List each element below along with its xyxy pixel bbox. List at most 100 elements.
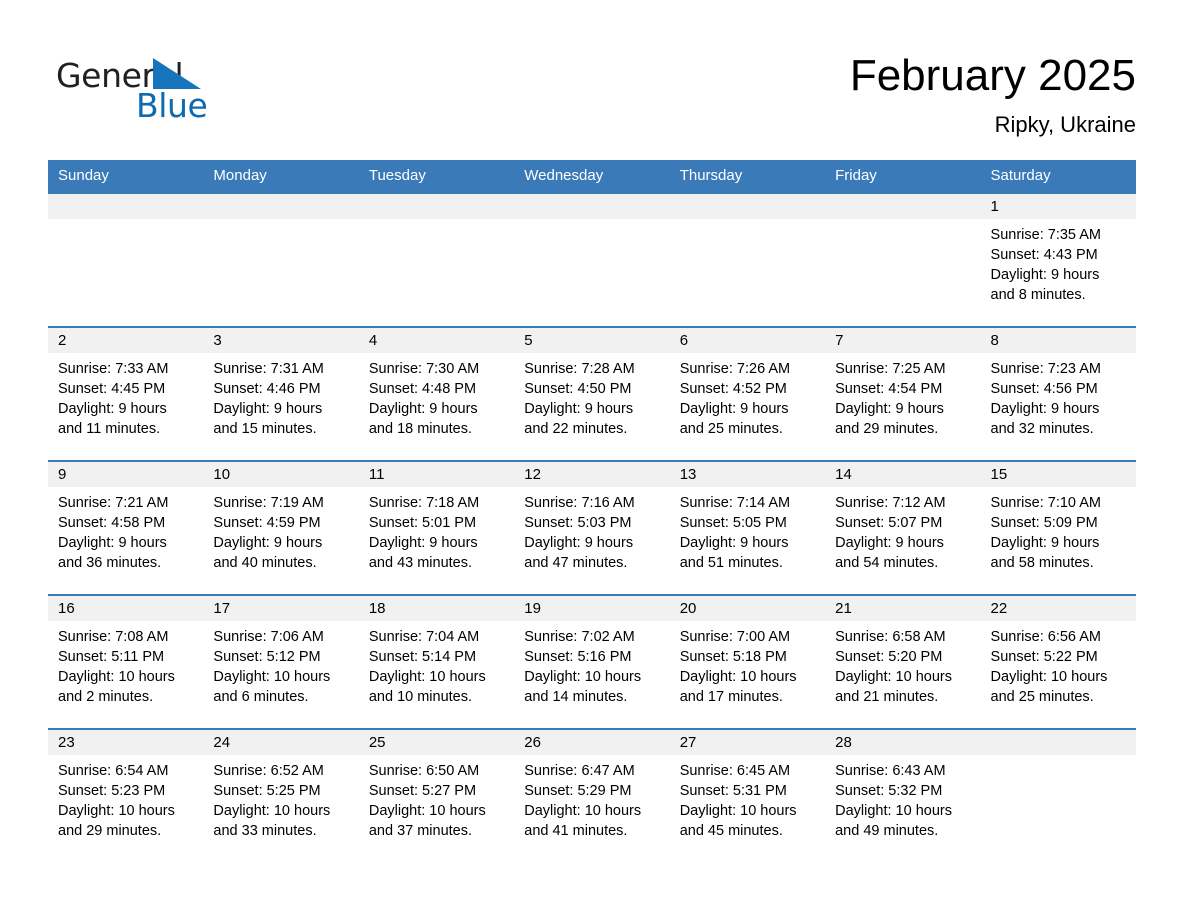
sunset-time: Sunset: 4:52 PM — [679, 381, 787, 397]
daylight-duration-line1: Daylight: 10 hours — [679, 669, 797, 685]
day-details: Sunrise: 6:50 AM Sunset: 5:27 PM Daylight:… — [359, 755, 514, 841]
sunrise-time: Sunrise: 6:52 AM — [213, 763, 324, 779]
daylight-duration-line1: Daylight: 10 hours — [835, 803, 952, 819]
daylight-duration-line1: Daylight: 10 hours — [58, 803, 175, 819]
sunset-time: Sunset: 5:22 PM — [990, 649, 1098, 665]
daylight-duration-line2: and 25 minutes. — [679, 421, 783, 437]
general-blue-logo[interactable]: General Blue — [56, 48, 236, 125]
calendar-day-cell[interactable]: 16 Sunrise: 7:08 AM Sunset: 5:11 PM Dayligh… — [48, 594, 204, 729]
calendar-day-cell[interactable]: 26 Sunrise: 6:47 AM Sunset: 5:29 PM Dayligh… — [514, 728, 670, 863]
weekday-header-thursday: Thursday — [669, 160, 826, 193]
calendar-day-cell[interactable]: 7 Sunrise: 7:25 AM Sunset: 4:54 PM Daylight… — [825, 326, 981, 461]
calendar-day-cell[interactable]: 4 Sunrise: 7:30 AM Sunset: 4:48 PM Daylight… — [358, 326, 515, 461]
calendar-week-row: 9 Sunrise: 7:21 AM Sunset: 4:58 PM Daylight… — [48, 460, 1136, 595]
calendar-day-cell[interactable]: 20 Sunrise: 7:00 AM Sunset: 5:18 PM Dayligh… — [669, 594, 826, 729]
calendar-day-cell[interactable]: 18 Sunrise: 7:04 AM Sunset: 5:14 PM Dayligh… — [358, 594, 515, 729]
calendar-day-cell[interactable]: 21 Sunrise: 6:58 AM Sunset: 5:20 PM Dayligh… — [825, 594, 981, 729]
calendar-day-cell[interactable]: 1 Sunrise: 7:35 AM Sunset: 4:43 PM Daylight… — [980, 192, 1136, 327]
day-details: Sunrise: 7:30 AM Sunset: 4:48 PM Daylight:… — [359, 353, 514, 439]
weekday-header-saturday: Saturday — [980, 160, 1136, 193]
sunset-time: Sunset: 5:20 PM — [835, 649, 943, 665]
daylight-duration-line2: and 14 minutes. — [524, 689, 628, 705]
calendar-day-cell[interactable]: 9 Sunrise: 7:21 AM Sunset: 4:58 PM Daylight… — [48, 460, 204, 595]
calendar-day-cell[interactable]: 23 Sunrise: 6:54 AM Sunset: 5:23 PM Dayligh… — [48, 728, 204, 863]
calendar-day-cell[interactable]: 6 Sunrise: 7:26 AM Sunset: 4:52 PM Daylight… — [669, 326, 826, 461]
calendar-week-row: 16 Sunrise: 7:08 AM Sunset: 5:11 PM Dayligh… — [48, 594, 1136, 729]
calendar-day-cell[interactable]: 28 Sunrise: 6:43 AM Sunset: 5:32 PM Dayligh… — [825, 728, 981, 863]
daylight-duration-line2: and 43 minutes. — [368, 555, 473, 571]
day-details: Sunrise: 7:08 AM Sunset: 5:11 PM Daylight:… — [48, 621, 203, 707]
day-details: Sunrise: 6:52 AM Sunset: 5:25 PM Daylight:… — [203, 755, 358, 841]
day-number: 19 — [514, 596, 670, 621]
day-details: Sunrise: 7:00 AM Sunset: 5:18 PM Daylight:… — [670, 621, 825, 707]
day-number: 18 — [358, 596, 515, 621]
day-number: 21 — [825, 596, 981, 621]
sunset-time: Sunset: 5:12 PM — [213, 649, 321, 665]
day-number: 15 — [980, 462, 1136, 487]
sunset-time: Sunset: 5:07 PM — [835, 515, 943, 531]
day-number: 1 — [980, 194, 1136, 219]
calendar-day-cell[interactable]: 11 Sunrise: 7:18 AM Sunset: 5:01 PM Dayligh… — [358, 460, 515, 595]
day-number: 9 — [48, 462, 204, 487]
calendar-empty-cell — [358, 192, 515, 327]
location-subtitle: Ripky, Ukraine — [994, 112, 1136, 137]
day-number: 8 — [980, 328, 1136, 353]
calendar-day-cell[interactable]: 3 Sunrise: 7:31 AM Sunset: 4:46 PM Daylight… — [203, 326, 359, 461]
day-number: 12 — [514, 462, 670, 487]
calendar-day-cell[interactable]: 10 Sunrise: 7:19 AM Sunset: 4:59 PM Dayligh… — [203, 460, 359, 595]
daylight-duration-line1: Daylight: 9 hours — [990, 535, 1100, 551]
calendar-day-cell[interactable]: 24 Sunrise: 6:52 AM Sunset: 5:25 PM Dayligh… — [203, 728, 359, 863]
daylight-duration-line2: and 11 minutes. — [58, 421, 161, 437]
day-number — [203, 194, 359, 219]
sunset-time: Sunset: 5:25 PM — [213, 783, 321, 799]
day-details: Sunrise: 7:21 AM Sunset: 4:58 PM Daylight:… — [48, 487, 203, 573]
day-details: Sunrise: 7:19 AM Sunset: 4:59 PM Daylight:… — [203, 487, 358, 573]
sunset-time: Sunset: 5:31 PM — [679, 783, 787, 799]
daylight-duration-line1: Daylight: 10 hours — [213, 803, 331, 819]
calendar-day-cell[interactable]: 8 Sunrise: 7:23 AM Sunset: 4:56 PM Daylight… — [980, 326, 1136, 461]
calendar-empty-cell — [203, 192, 359, 327]
sunset-time: Sunset: 5:27 PM — [368, 783, 477, 799]
sunset-time: Sunset: 5:29 PM — [524, 783, 632, 799]
calendar-day-cell[interactable]: 15 Sunrise: 7:10 AM Sunset: 5:09 PM Dayligh… — [980, 460, 1136, 595]
calendar-day-cell[interactable]: 17 Sunrise: 7:06 AM Sunset: 5:12 PM Dayligh… — [203, 594, 359, 729]
calendar-day-cell[interactable]: 13 Sunrise: 7:14 AM Sunset: 5:05 PM Dayligh… — [669, 460, 826, 595]
calendar-week-row: 2 Sunrise: 7:33 AM Sunset: 4:45 PM Daylight… — [48, 326, 1136, 461]
daylight-duration-line1: Daylight: 10 hours — [524, 803, 642, 819]
calendar-day-cell[interactable]: 12 Sunrise: 7:16 AM Sunset: 5:03 PM Dayligh… — [514, 460, 670, 595]
day-number: 22 — [980, 596, 1136, 621]
sunset-time: Sunset: 5:09 PM — [990, 515, 1098, 531]
daylight-duration-line1: Daylight: 10 hours — [990, 669, 1108, 685]
daylight-duration-line1: Daylight: 9 hours — [368, 535, 478, 551]
sunset-time: Sunset: 4:46 PM — [213, 381, 321, 397]
sunrise-time: Sunrise: 6:54 AM — [58, 763, 169, 779]
calendar-day-cell[interactable]: 25 Sunrise: 6:50 AM Sunset: 5:27 PM Dayligh… — [358, 728, 515, 863]
day-number: 25 — [358, 730, 515, 755]
logo-text-blue: Blue — [136, 86, 208, 125]
day-number: 28 — [825, 730, 981, 755]
sunset-time: Sunset: 4:56 PM — [990, 381, 1098, 397]
sunset-time: Sunset: 5:14 PM — [368, 649, 477, 665]
sunrise-time: Sunrise: 7:31 AM — [213, 361, 324, 377]
daylight-duration-line2: and 22 minutes. — [524, 421, 628, 437]
day-number: 6 — [669, 328, 826, 353]
daylight-duration-line1: Daylight: 9 hours — [524, 535, 634, 551]
day-number: 7 — [825, 328, 981, 353]
calendar-day-cell[interactable]: 5 Sunrise: 7:28 AM Sunset: 4:50 PM Daylight… — [514, 326, 670, 461]
sunset-time: Sunset: 5:18 PM — [679, 649, 787, 665]
day-number: 17 — [203, 596, 359, 621]
calendar-day-cell[interactable]: 19 Sunrise: 7:02 AM Sunset: 5:16 PM Dayligh… — [514, 594, 670, 729]
daylight-duration-line2: and 29 minutes. — [58, 823, 162, 839]
calendar-table: Sunday Monday Tuesday Wednesday Thursday… — [48, 160, 1136, 863]
sunrise-time: Sunrise: 7:06 AM — [213, 629, 324, 645]
calendar-day-cell[interactable]: 14 Sunrise: 7:12 AM Sunset: 5:07 PM Dayligh… — [825, 460, 981, 595]
logo-triangle-icon — [153, 58, 201, 89]
sunrise-time: Sunrise: 6:58 AM — [835, 629, 946, 645]
calendar-day-cell[interactable]: 27 Sunrise: 6:45 AM Sunset: 5:31 PM Dayligh… — [669, 728, 826, 863]
calendar-day-cell[interactable]: 22 Sunrise: 6:56 AM Sunset: 5:22 PM Dayligh… — [980, 594, 1136, 729]
daylight-duration-line2: and 25 minutes. — [990, 689, 1094, 705]
daylight-duration-line1: Daylight: 10 hours — [368, 669, 486, 685]
calendar-day-cell[interactable]: 2 Sunrise: 7:33 AM Sunset: 4:45 PM Daylight… — [48, 326, 204, 461]
day-number — [358, 194, 515, 219]
daylight-duration-line2: and 58 minutes. — [990, 555, 1094, 571]
